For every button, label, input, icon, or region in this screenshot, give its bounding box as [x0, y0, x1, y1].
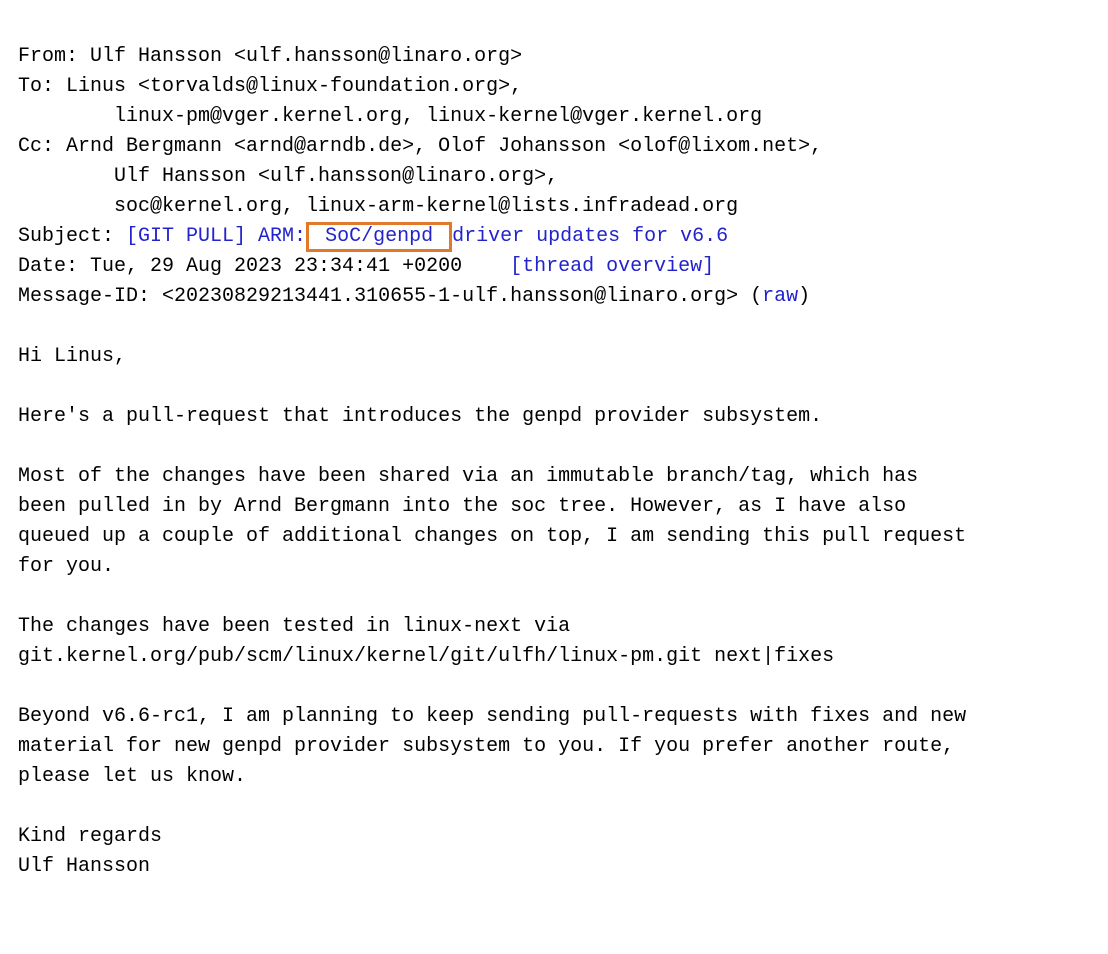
message-id-label: Message-ID:	[18, 285, 162, 308]
from-value: Ulf Hansson <ulf.hansson@linaro.org>	[90, 45, 522, 68]
cc-line2: Ulf Hansson <ulf.hansson@linaro.org>,	[18, 165, 558, 188]
date-value: Tue, 29 Aug 2023 23:34:41 +0200	[90, 255, 462, 278]
thread-overview-link[interactable]: [thread overview]	[510, 255, 714, 278]
subject-highlight: SoC/genpd	[306, 222, 452, 252]
subject-link[interactable]: [GIT PULL] ARM: SoC/genpd driver updates…	[126, 225, 728, 248]
subject-pre: [GIT PULL] ARM:	[126, 225, 306, 248]
message-body: Hi Linus, Here's a pull-request that int…	[18, 345, 966, 878]
raw-link[interactable]: raw	[762, 285, 798, 308]
subject-label: Subject:	[18, 225, 126, 248]
date-gap	[462, 255, 510, 278]
date-label: Date:	[18, 255, 90, 278]
message-id-close: )	[798, 285, 810, 308]
to-line2: linux-pm@vger.kernel.org, linux-kernel@v…	[18, 105, 762, 128]
cc-label: Cc:	[18, 135, 66, 158]
to-label: To:	[18, 75, 66, 98]
from-label: From:	[18, 45, 90, 68]
to-line1: Linus <torvalds@linux-foundation.org>,	[66, 75, 522, 98]
cc-line1: Arnd Bergmann <arnd@arndb.de>, Olof Joha…	[66, 135, 822, 158]
subject-post: driver updates for v6.6	[452, 225, 728, 248]
cc-line3: soc@kernel.org, linux-arm-kernel@lists.i…	[18, 195, 738, 218]
message-id-value: <20230829213441.310655-1-ulf.hansson@lin…	[162, 285, 762, 308]
